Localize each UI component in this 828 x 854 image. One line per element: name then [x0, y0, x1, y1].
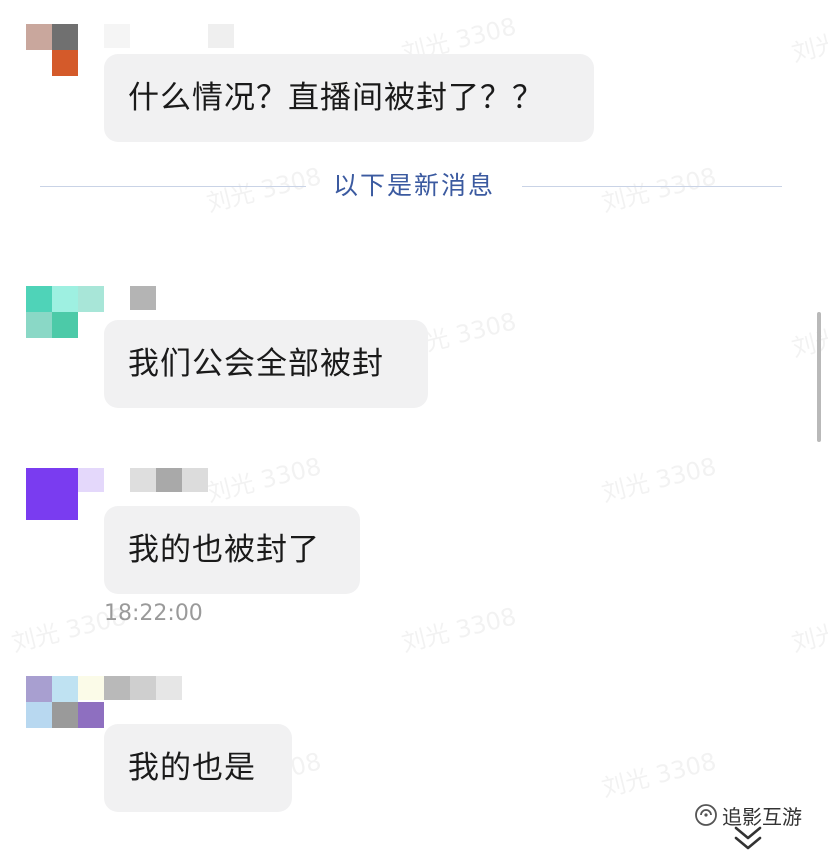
watermark: 刘光 3308	[598, 747, 719, 803]
message-timestamp: 18:22:00	[104, 601, 203, 626]
scrollbar[interactable]	[817, 312, 821, 442]
message-text: 我的也被封了	[128, 532, 320, 568]
watermark: 刘光 3308	[788, 12, 828, 68]
watermark: 刘光 3308	[398, 602, 519, 658]
message-bubble[interactable]: 我的也被封了	[104, 506, 360, 594]
divider-line-right	[522, 186, 782, 187]
avatar[interactable]	[26, 286, 80, 340]
new-messages-divider: 以下是新消息	[332, 171, 495, 200]
message-bubble[interactable]: 我们公会全部被封	[104, 320, 428, 408]
message-bubble[interactable]: 什么情况？直播间被封了？？	[104, 54, 594, 142]
watermark: 刘光 3308	[788, 307, 828, 363]
double-chevron-down-icon	[734, 826, 762, 850]
message-text: 什么情况？直播间被封了？？	[128, 80, 544, 116]
sender-name-blurred	[130, 286, 156, 310]
avatar[interactable]	[26, 468, 80, 522]
watermark: 刘光 3308	[788, 602, 828, 658]
divider-line-left	[40, 186, 306, 187]
scroll-to-bottom-button[interactable]	[730, 824, 766, 850]
sender-name-blurred	[78, 468, 208, 492]
sender-name-blurred	[104, 24, 234, 48]
message-text: 我们公会全部被封	[128, 346, 384, 382]
avatar[interactable]	[26, 676, 80, 730]
avatar-edge-pixel	[78, 286, 104, 312]
watermark: 刘光 3308	[598, 162, 719, 218]
avatar[interactable]	[26, 24, 80, 78]
watermark: 刘光 3308	[598, 452, 719, 508]
message-text: 我的也是	[128, 750, 256, 786]
message-bubble[interactable]: 我的也是	[104, 724, 292, 812]
watermark: 刘光 3308	[203, 452, 324, 508]
sender-name-blurred	[78, 676, 182, 728]
wechat-official-account-icon	[695, 804, 717, 826]
